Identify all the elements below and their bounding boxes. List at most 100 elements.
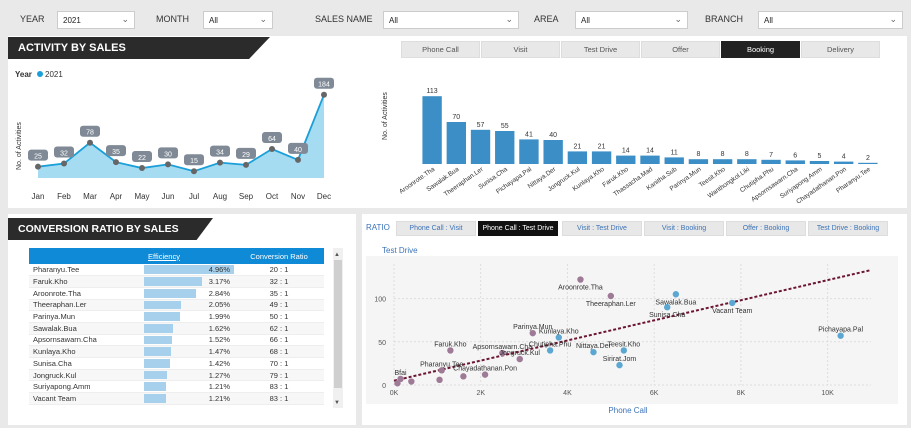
bar[interactable] bbox=[495, 131, 515, 164]
bar[interactable] bbox=[470, 129, 491, 164]
data-label: 64 bbox=[268, 136, 276, 143]
point-label: Chayadathanan.Pon bbox=[453, 366, 517, 373]
bar-value-label: 41 bbox=[525, 131, 533, 138]
tab-test-drive-booking[interactable]: Test Drive : Booking bbox=[808, 221, 888, 236]
bar[interactable] bbox=[422, 96, 442, 164]
data-point[interactable] bbox=[113, 159, 119, 166]
tab-test-drive[interactable]: Test Drive bbox=[561, 41, 640, 58]
bar[interactable] bbox=[688, 159, 709, 164]
data-point[interactable] bbox=[295, 156, 301, 163]
table-row[interactable]: Theeraphan.Ler 2.05% 49 : 1 bbox=[29, 299, 324, 312]
table-row[interactable]: Apsornsawarn.Cha 1.52% 66 : 1 bbox=[29, 334, 324, 347]
table-row[interactable]: Parinya.Mun 1.99% 50 : 1 bbox=[29, 310, 324, 323]
bar[interactable] bbox=[834, 161, 854, 164]
tab-visit-test-drive[interactable]: Visit : Test Drive bbox=[562, 221, 642, 236]
year-dropdown[interactable]: 2021 ⌄ bbox=[57, 11, 135, 29]
bar[interactable] bbox=[446, 122, 466, 164]
table-row[interactable]: Vacant Team 1.21% 83 : 1 bbox=[29, 392, 324, 405]
tab-phone-call-test-drive[interactable]: Phone Call : Test Drive bbox=[478, 221, 558, 236]
scatter-point[interactable] bbox=[663, 304, 671, 311]
data-label: 184 bbox=[318, 82, 330, 89]
bar[interactable] bbox=[519, 139, 539, 164]
bar[interactable] bbox=[761, 159, 781, 164]
bar[interactable] bbox=[785, 160, 805, 164]
data-point[interactable] bbox=[61, 160, 67, 167]
month-dropdown[interactable]: All ⌄ bbox=[203, 11, 273, 29]
point-label: Kunlaya.Kho bbox=[539, 328, 579, 335]
name-column-header[interactable] bbox=[29, 248, 144, 264]
scatter-point[interactable] bbox=[408, 378, 415, 385]
activity-by-sales-bar-chart: No. of Activities 113Aroonrote.Tha70Sawa… bbox=[382, 88, 878, 206]
data-point[interactable] bbox=[35, 163, 41, 170]
conversion-ratio-cell: 50 : 1 bbox=[234, 310, 324, 323]
bar[interactable] bbox=[616, 155, 636, 164]
area-dropdown[interactable]: All ⌄ bbox=[575, 11, 688, 29]
scatter-point[interactable] bbox=[607, 292, 615, 300]
table-row[interactable]: Suriyapong.Amm 1.21% 83 : 1 bbox=[29, 380, 324, 394]
table-scrollbar[interactable]: ▲ ▼ bbox=[333, 248, 343, 408]
scatter-point[interactable] bbox=[460, 373, 467, 380]
table-row[interactable]: Sunisa.Cha 1.42% 70 : 1 bbox=[29, 357, 324, 370]
efficiency-value: 1.47% bbox=[208, 347, 230, 357]
data-point[interactable] bbox=[243, 161, 249, 168]
bar-value-label: 5 bbox=[818, 153, 822, 160]
ratio-column-header[interactable]: Conversion Ratio bbox=[234, 248, 324, 264]
table-row[interactable]: Aroonrote.Tha 2.84% 35 : 1 bbox=[29, 287, 324, 300]
bar[interactable] bbox=[664, 157, 684, 164]
efficiency-value: 3.17% bbox=[208, 277, 230, 287]
scatter-point[interactable] bbox=[672, 291, 680, 298]
tab-offer[interactable]: Offer bbox=[641, 41, 720, 58]
point-label: Vacant Team bbox=[712, 308, 752, 315]
bar-value-label: 40 bbox=[549, 132, 557, 139]
efficiency-column-header[interactable]: Efficiency bbox=[144, 248, 234, 264]
year-dropdown-value: 2021 bbox=[63, 16, 81, 25]
tab-phone-call[interactable]: Phone Call bbox=[401, 41, 480, 58]
data-point[interactable] bbox=[321, 91, 327, 98]
scroll-up-icon[interactable]: ▲ bbox=[334, 252, 340, 258]
table-row[interactable]: Pharanyu.Tee 4.96% 20 : 1 bbox=[29, 264, 324, 277]
data-point[interactable] bbox=[87, 139, 93, 146]
bar[interactable] bbox=[737, 159, 757, 164]
data-point[interactable] bbox=[269, 146, 275, 153]
scatter-point[interactable] bbox=[436, 376, 443, 384]
scrollbar-thumb[interactable] bbox=[334, 260, 342, 388]
branch-dropdown[interactable]: All ⌄ bbox=[758, 11, 903, 29]
bar[interactable] bbox=[591, 151, 612, 164]
table-row[interactable]: Faruk.Kho 3.17% 32 : 1 bbox=[29, 275, 324, 288]
conversion-title: CONVERSION RATIO BY SALES bbox=[8, 218, 213, 240]
area-filter-label: AREA bbox=[534, 14, 559, 24]
bar[interactable] bbox=[712, 159, 733, 164]
table-row[interactable]: Jongruck.Kul 1.27% 79 : 1 bbox=[29, 369, 324, 382]
sales-name-cell: Jongruck.Kul bbox=[29, 369, 144, 382]
table-row[interactable]: Kunlaya.Kho 1.47% 68 : 1 bbox=[29, 345, 324, 358]
efficiency-cell: 3.17% bbox=[144, 275, 234, 288]
tab-phone-call-visit[interactable]: Phone Call : Visit bbox=[396, 221, 476, 236]
bar[interactable] bbox=[640, 155, 660, 164]
tab-visit[interactable]: Visit bbox=[481, 41, 560, 58]
scroll-down-icon[interactable]: ▼ bbox=[334, 400, 340, 406]
scatter-point[interactable] bbox=[577, 276, 584, 283]
scatter-point[interactable] bbox=[394, 380, 401, 387]
bar[interactable] bbox=[809, 161, 830, 164]
data-point[interactable] bbox=[139, 165, 145, 172]
tab-visit-booking[interactable]: Visit : Booking bbox=[644, 221, 724, 236]
bar[interactable] bbox=[567, 151, 588, 164]
scatter-point[interactable] bbox=[729, 299, 736, 307]
data-point[interactable] bbox=[217, 159, 223, 166]
bar[interactable] bbox=[858, 162, 878, 164]
data-point[interactable] bbox=[165, 161, 171, 168]
efficiency-cell: 1.62% bbox=[144, 322, 234, 335]
sales-name-cell: Parinya.Mun bbox=[29, 310, 144, 323]
bar[interactable] bbox=[543, 140, 563, 164]
data-point[interactable] bbox=[191, 168, 197, 175]
sales-name-dropdown[interactable]: All ⌄ bbox=[383, 11, 519, 29]
tab-booking[interactable]: Booking bbox=[721, 41, 800, 58]
tab-delivery[interactable]: Delivery bbox=[801, 41, 880, 58]
chevron-down-icon: ⌄ bbox=[121, 14, 129, 24]
sales-name-cell: Sunisa.Cha bbox=[29, 357, 144, 370]
sales-name-cell: Suriyapong.Amm bbox=[29, 380, 144, 394]
x-tick-label: Apr bbox=[110, 192, 123, 201]
tab-offer-booking[interactable]: Offer : Booking bbox=[726, 221, 806, 236]
table-row[interactable]: Sawalak.Bua 1.62% 62 : 1 bbox=[29, 322, 324, 335]
x-tick-label: Jan bbox=[32, 192, 45, 201]
